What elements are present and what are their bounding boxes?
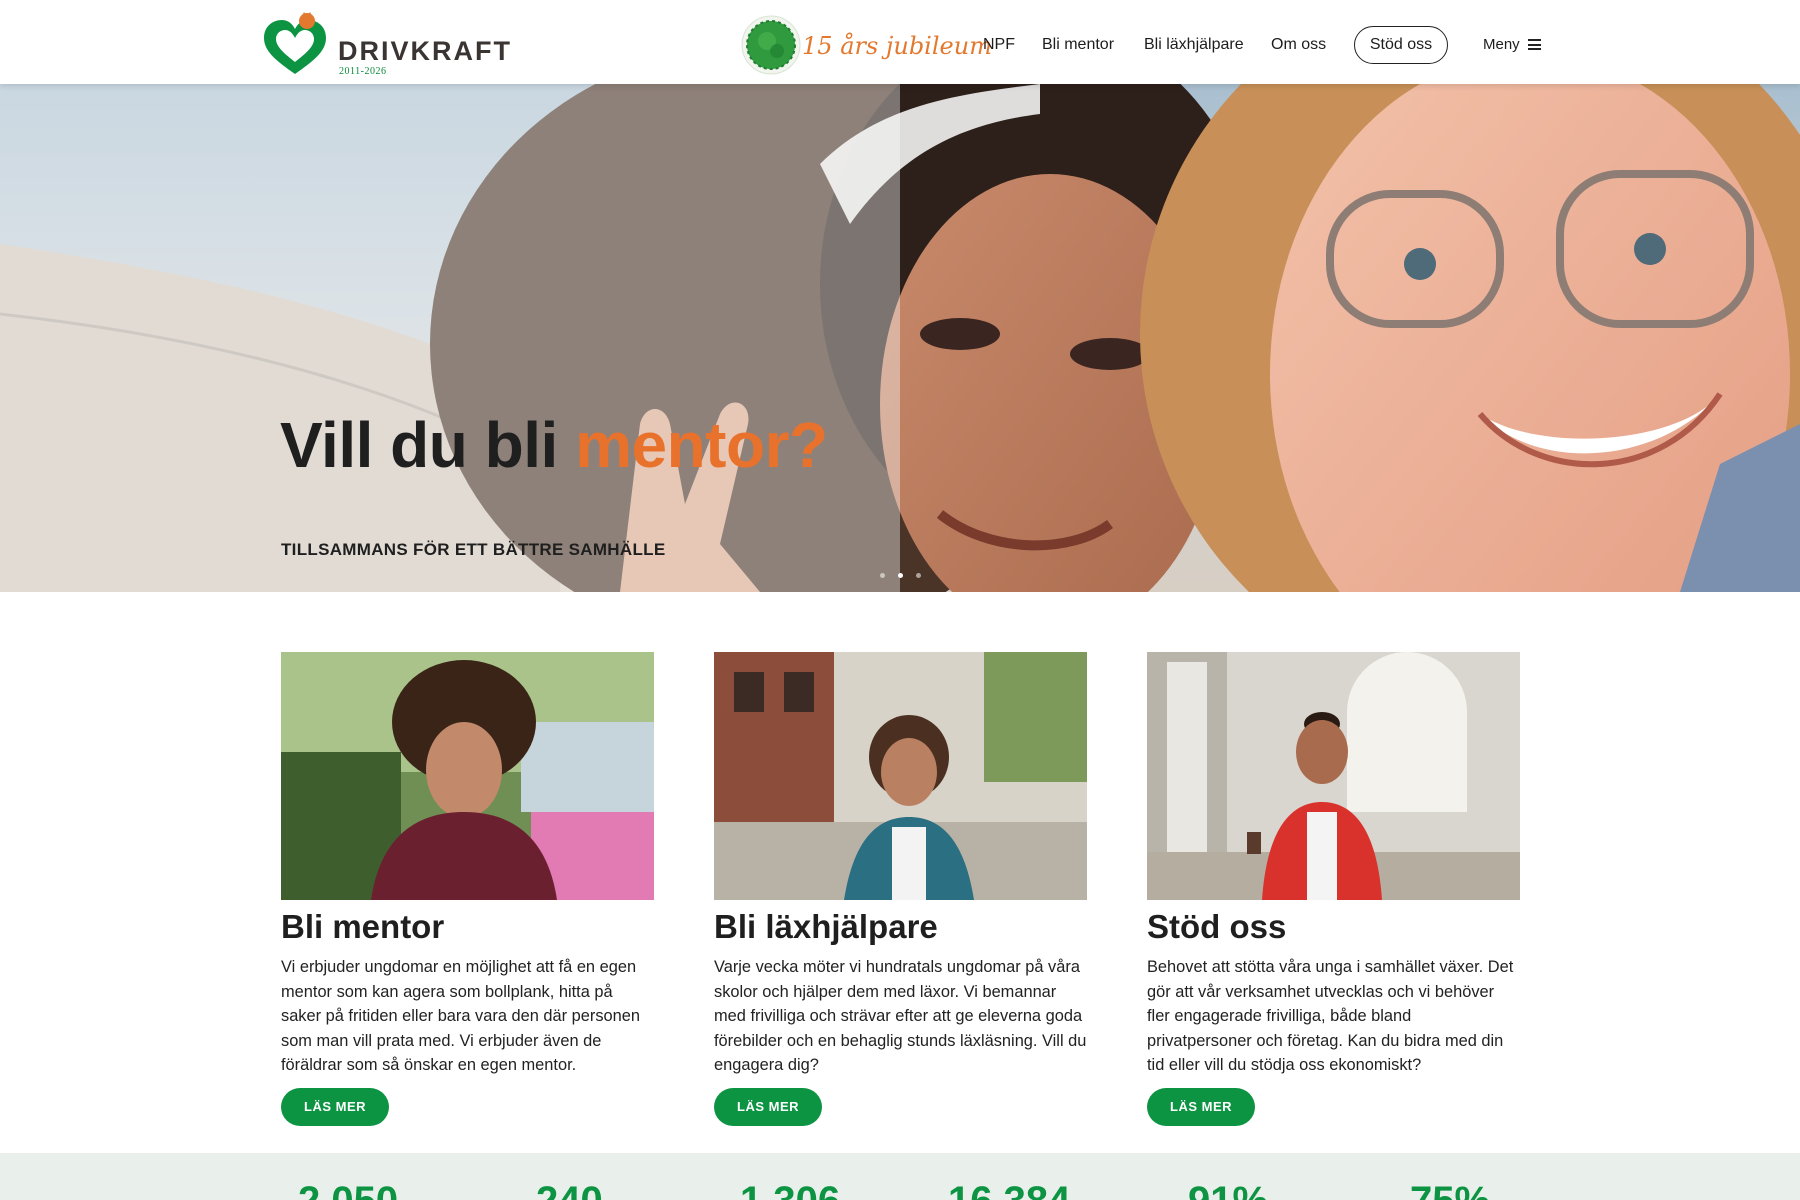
card-bli-laxhjalpare: Bli läxhjälpare Varje vecka möter vi hun… [714,652,1087,1126]
stat-value: 91% [1188,1179,1268,1200]
read-more-button[interactable]: LÄS MER [1147,1087,1255,1126]
slider-dot[interactable] [916,573,921,578]
hero-slider: Vill du bli mentor? TILLSAMMANS FÖR ETT … [0,84,1800,592]
nav-npf[interactable]: NPF [983,36,1015,54]
read-more-button[interactable]: LÄS MER [281,1087,389,1126]
hero-title-accent: mentor? [575,409,828,481]
hero-title-start: Vill du bli [280,409,576,481]
logo-heart-icon [264,12,326,74]
drivkraft-logo[interactable]: DRIVKRAFT 2011-2026 [260,10,512,77]
stat-value: 2 050 [298,1179,398,1200]
nav-bli-mentor[interactable]: Bli mentor [1042,36,1114,54]
hero-image [0,84,1800,592]
menu-label: Meny [1483,36,1520,53]
nav-om-oss[interactable]: Om oss [1271,36,1326,54]
slider-dots [880,573,921,578]
stats-band: 2 050 240 1 306 16 384 91% 75% [0,1153,1800,1200]
nav-bli-laxhjalpare[interactable]: Bli läxhjälpare [1144,36,1244,54]
hero-title: Vill du bli mentor? [280,408,828,482]
logo-years: 2011-2026 [339,66,387,77]
card-title: Bli läxhjälpare [714,908,938,945]
hamburger-icon [1527,39,1541,50]
menu-button[interactable]: Meny [1483,36,1541,53]
card-title: Stöd oss [1147,908,1287,945]
card-title: Bli mentor [281,908,445,945]
card-image-stod-oss[interactable] [1147,652,1520,900]
support-button[interactable]: Stöd oss [1354,26,1448,64]
slider-dot-active[interactable] [898,573,903,578]
card-text: Vi erbjuder ungdomar en möjlighet att få… [281,958,640,1074]
hero-subtitle: TILLSAMMANS FÖR ETT BÄTTRE SAMHÄLLE [281,540,666,559]
jubilee-globe-icon [741,15,801,75]
jubilee-number: 15 [802,32,833,60]
jubilee-badge[interactable]: 15 års jubileum [740,12,992,76]
jubilee-text: års jubileum [840,32,992,60]
stat-value: 75% [1410,1179,1490,1200]
stat-value: 1 306 [740,1179,840,1200]
read-more-button[interactable]: LÄS MER [714,1087,822,1126]
card-stod-oss: Stöd oss Behovet att stötta våra unga i … [1147,652,1520,1126]
card-text: Behovet att stötta våra unga i samhället… [1147,958,1514,1074]
logo-name: DRIVKRAFT [338,36,512,66]
card-image-laxhjalpare[interactable] [714,652,1087,900]
card-text: Varje vecka möter vi hundratals ungdomar… [714,958,1087,1074]
stat-value: 240 [536,1179,603,1200]
stat-value: 16 384 [948,1179,1070,1200]
card-image-mentor[interactable] [281,652,654,900]
site-header: DRIVKRAFT 2011-2026 15 års jubileum NPF … [0,0,1800,84]
slider-dot[interactable] [880,573,885,578]
card-bli-mentor: Bli mentor Vi erbjuder ungdomar en möjli… [281,652,654,1126]
